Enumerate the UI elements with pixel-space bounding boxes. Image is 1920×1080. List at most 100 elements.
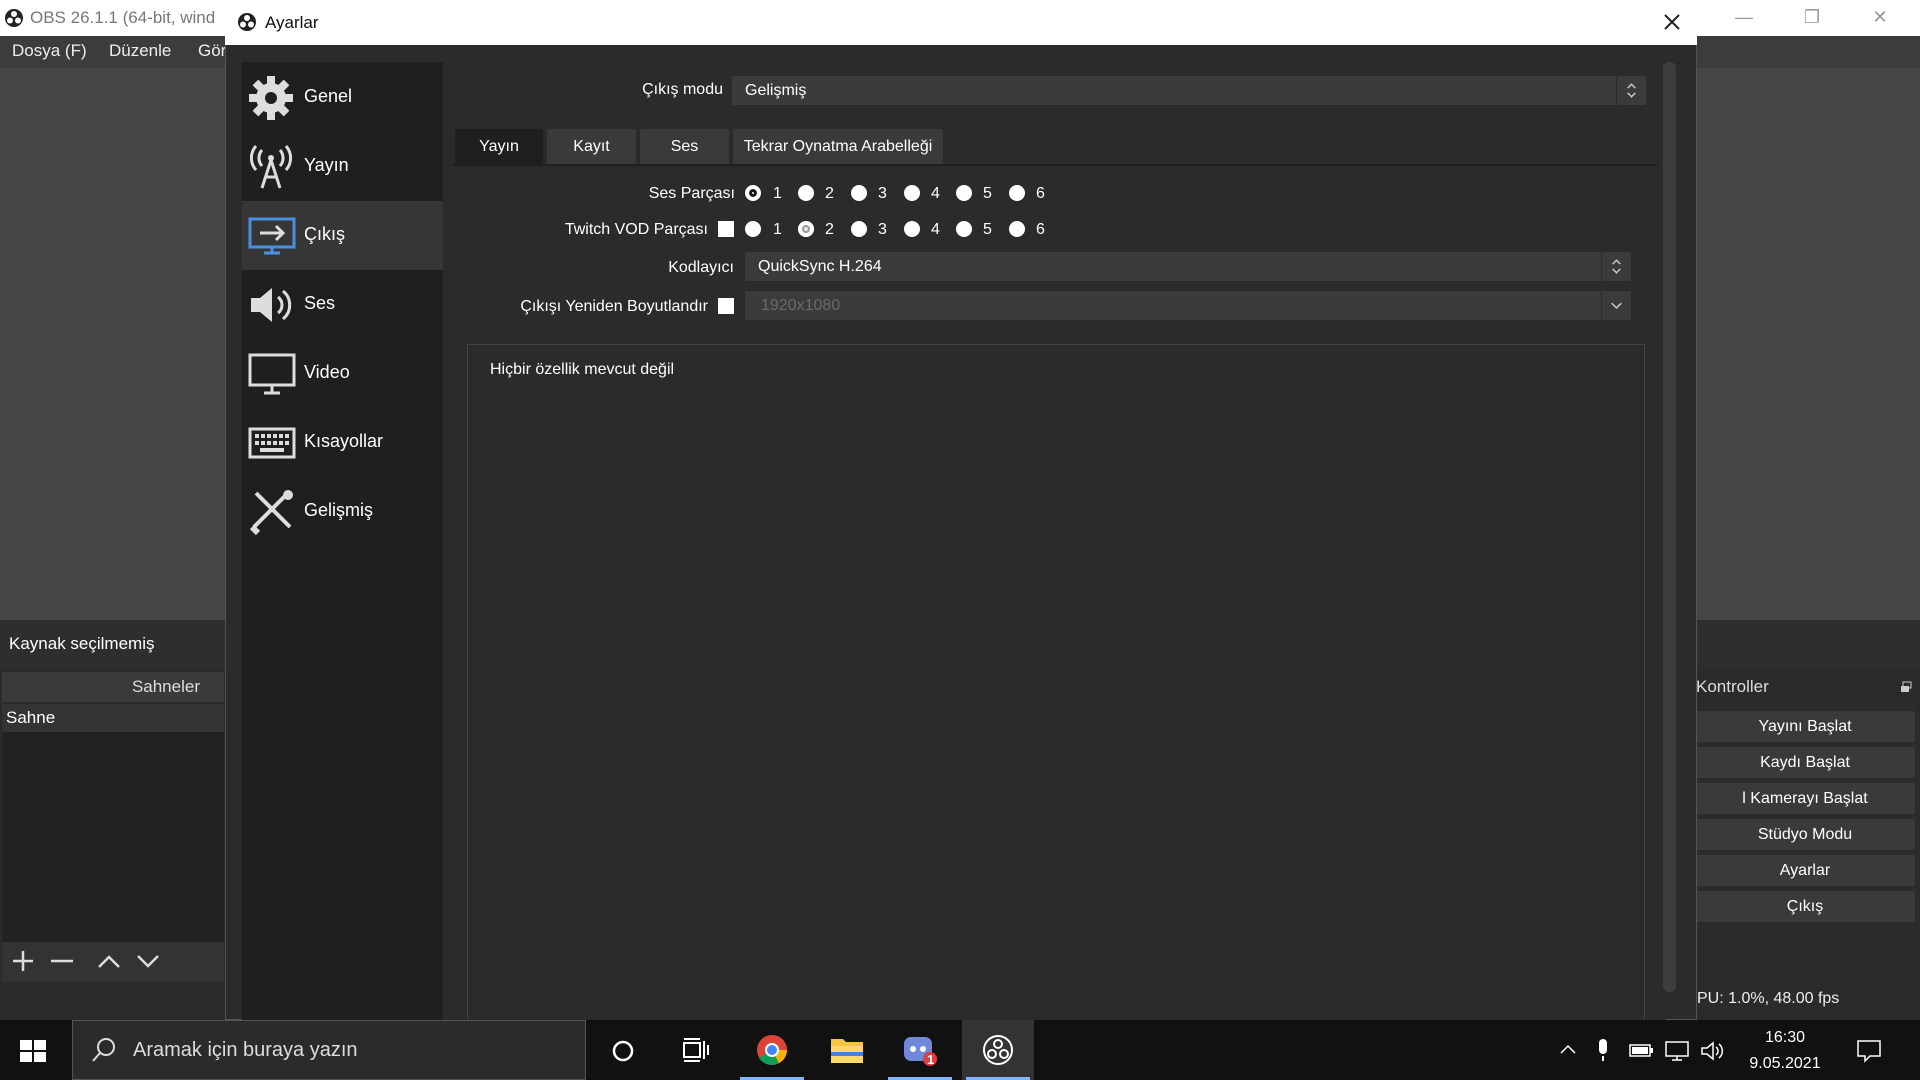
scene-list[interactable] (2, 732, 224, 942)
cortana-icon[interactable] (610, 1038, 636, 1064)
remove-scene-icon[interactable] (47, 946, 77, 976)
output-mode-label: Çıkış modu (642, 81, 723, 98)
source-status-text: Kaynak seçilmemiş (9, 634, 155, 653)
restore-button[interactable]: ❐ (1780, 0, 1844, 36)
tab-audio[interactable]: Ses (640, 129, 729, 164)
scenes-header: Sahneler (2, 672, 224, 702)
updown-arrow-icon (1601, 252, 1621, 281)
start-recording-button[interactable]: Kaydı Başlat (1695, 747, 1915, 778)
close-main-button[interactable]: ✕ (1848, 0, 1912, 36)
start-streaming-button[interactable]: Yayını Başlat (1695, 711, 1915, 742)
audio-track-radio-3[interactable] (851, 185, 867, 201)
taskbar-search-box[interactable]: Aramak için buraya yazın (72, 1020, 586, 1080)
chrome-taskbar-app[interactable] (736, 1020, 808, 1080)
updown-arrow-icon (1616, 76, 1636, 105)
monitor-icon (248, 353, 296, 395)
tools-icon (249, 490, 293, 535)
output-mode-select[interactable]: Gelişmiş (732, 76, 1646, 105)
sidebar-item-stream[interactable]: Yayın (242, 132, 443, 201)
controls-header-label: Kontroller (1696, 677, 1769, 696)
undock-icon[interactable] (1900, 681, 1912, 693)
settings-scrollbar[interactable] (1663, 62, 1676, 992)
sidebar-item-output[interactable]: Çıkış (242, 201, 443, 270)
gear-icon (249, 76, 293, 120)
twitch-vod-radio-6[interactable] (1009, 221, 1025, 237)
discord-taskbar-app[interactable]: 1 (884, 1020, 956, 1080)
audio-track-radio-5[interactable] (956, 185, 972, 201)
obs-taskbar-app[interactable] (962, 1020, 1034, 1080)
settings-title: Ayarlar (265, 13, 319, 32)
twitch-vod-option: 5 (983, 221, 992, 238)
sidebar-item-audio[interactable]: Ses (242, 270, 443, 339)
encoder-value: QuickSync H.264 (758, 258, 882, 275)
rescale-checkbox[interactable] (718, 298, 734, 314)
menu-view[interactable]: Gör (198, 41, 226, 61)
output-monitor-icon (248, 217, 296, 255)
tab-replay-buffer[interactable]: Tekrar Oynatma Arabelleği (733, 129, 943, 164)
menu-edit[interactable]: Düzenle (109, 41, 171, 61)
twitch-vod-radio-2[interactable] (798, 221, 814, 237)
chrome-icon (757, 1035, 787, 1065)
add-scene-icon[interactable] (8, 946, 38, 976)
tab-recording[interactable]: Kayıt (547, 129, 636, 164)
sidebar-item-label: Ses (304, 293, 336, 313)
audio-track-option: 2 (825, 185, 834, 202)
audio-track-option: 4 (931, 185, 940, 202)
twitch-vod-radio-1[interactable] (745, 221, 761, 237)
twitch-vod-checkbox[interactable] (718, 221, 734, 237)
sidebar-item-video[interactable]: Video (242, 339, 443, 408)
twitch-vod-radio-5[interactable] (956, 221, 972, 237)
task-view-icon[interactable] (682, 1037, 710, 1063)
exit-button[interactable]: Çıkış (1695, 891, 1915, 922)
volume-icon[interactable] (1700, 1040, 1724, 1062)
chevron-down-icon (1601, 291, 1622, 320)
move-up-icon[interactable] (94, 946, 124, 976)
action-center-icon[interactable] (1856, 1038, 1882, 1064)
audio-track-option: 5 (983, 185, 992, 202)
rescale-select[interactable]: 1920x1080 (745, 291, 1631, 320)
clock-date: 9.05.2021 (1749, 1055, 1821, 1072)
tab-divider (453, 164, 1658, 166)
sidebar-item-general[interactable]: Genel (242, 63, 443, 132)
search-placeholder: Aramak için buraya yazın (133, 1039, 358, 1061)
start-virtual-camera-button[interactable]: l Kamerayı Başlat (1695, 783, 1915, 814)
minimize-button[interactable]: — (1712, 0, 1776, 36)
sidebar-item-label: Çıkış (304, 224, 346, 244)
taskbar-clock[interactable]: 16:30 9.05.2021 (1725, 1025, 1845, 1077)
twitch-vod-option: 6 (1036, 221, 1045, 238)
twitch-vod-radio-3[interactable] (851, 221, 867, 237)
audio-track-radio-1[interactable] (745, 185, 761, 201)
encoder-label: Kodlayıcı (668, 259, 734, 276)
file-explorer-taskbar-app[interactable] (810, 1020, 882, 1080)
audio-track-radio-6[interactable] (1009, 185, 1025, 201)
windows-start-icon[interactable] (20, 1040, 46, 1062)
twitch-vod-label: Twitch VOD Parçası (564, 221, 708, 238)
keyboard-icon (248, 427, 296, 459)
properties-empty-text: Hiçbir özellik mevcut değil (490, 361, 675, 378)
obs-logo-icon (5, 9, 23, 27)
tab-stream[interactable]: Yayın (455, 129, 543, 164)
audio-track-radio-4[interactable] (904, 185, 920, 201)
scene-list-item[interactable]: Sahne (2, 704, 224, 732)
sidebar-item-label: Yayın (304, 155, 349, 175)
move-down-icon[interactable] (133, 946, 163, 976)
chevron-up-icon[interactable] (1558, 1040, 1578, 1060)
audio-track-option: 1 (773, 185, 782, 202)
studio-mode-button[interactable]: Stüdyo Modu (1695, 819, 1915, 850)
audio-track-radio-2[interactable] (798, 185, 814, 201)
settings-titlebar: Ayarlar (225, 0, 1697, 45)
settings-button[interactable]: Ayarlar (1695, 855, 1915, 886)
audio-track-label: Ses Parçası (648, 185, 735, 202)
battery-icon[interactable] (1628, 1040, 1654, 1060)
sidebar-item-hotkeys[interactable]: Kısayollar (242, 408, 443, 477)
twitch-vod-radio-4[interactable] (904, 221, 920, 237)
close-icon[interactable] (1659, 9, 1685, 35)
sidebar-item-advanced[interactable]: Gelişmiş (242, 477, 443, 546)
twitch-vod-option: 3 (878, 221, 887, 238)
encoder-select[interactable]: QuickSync H.264 (745, 252, 1631, 281)
network-icon[interactable] (1664, 1040, 1690, 1062)
sidebar-item-label: Genel (304, 86, 353, 106)
microphone-icon[interactable] (1594, 1038, 1612, 1062)
menu-file[interactable]: Dosya (F) (12, 41, 87, 61)
sidebar-item-label: Video (304, 362, 350, 382)
